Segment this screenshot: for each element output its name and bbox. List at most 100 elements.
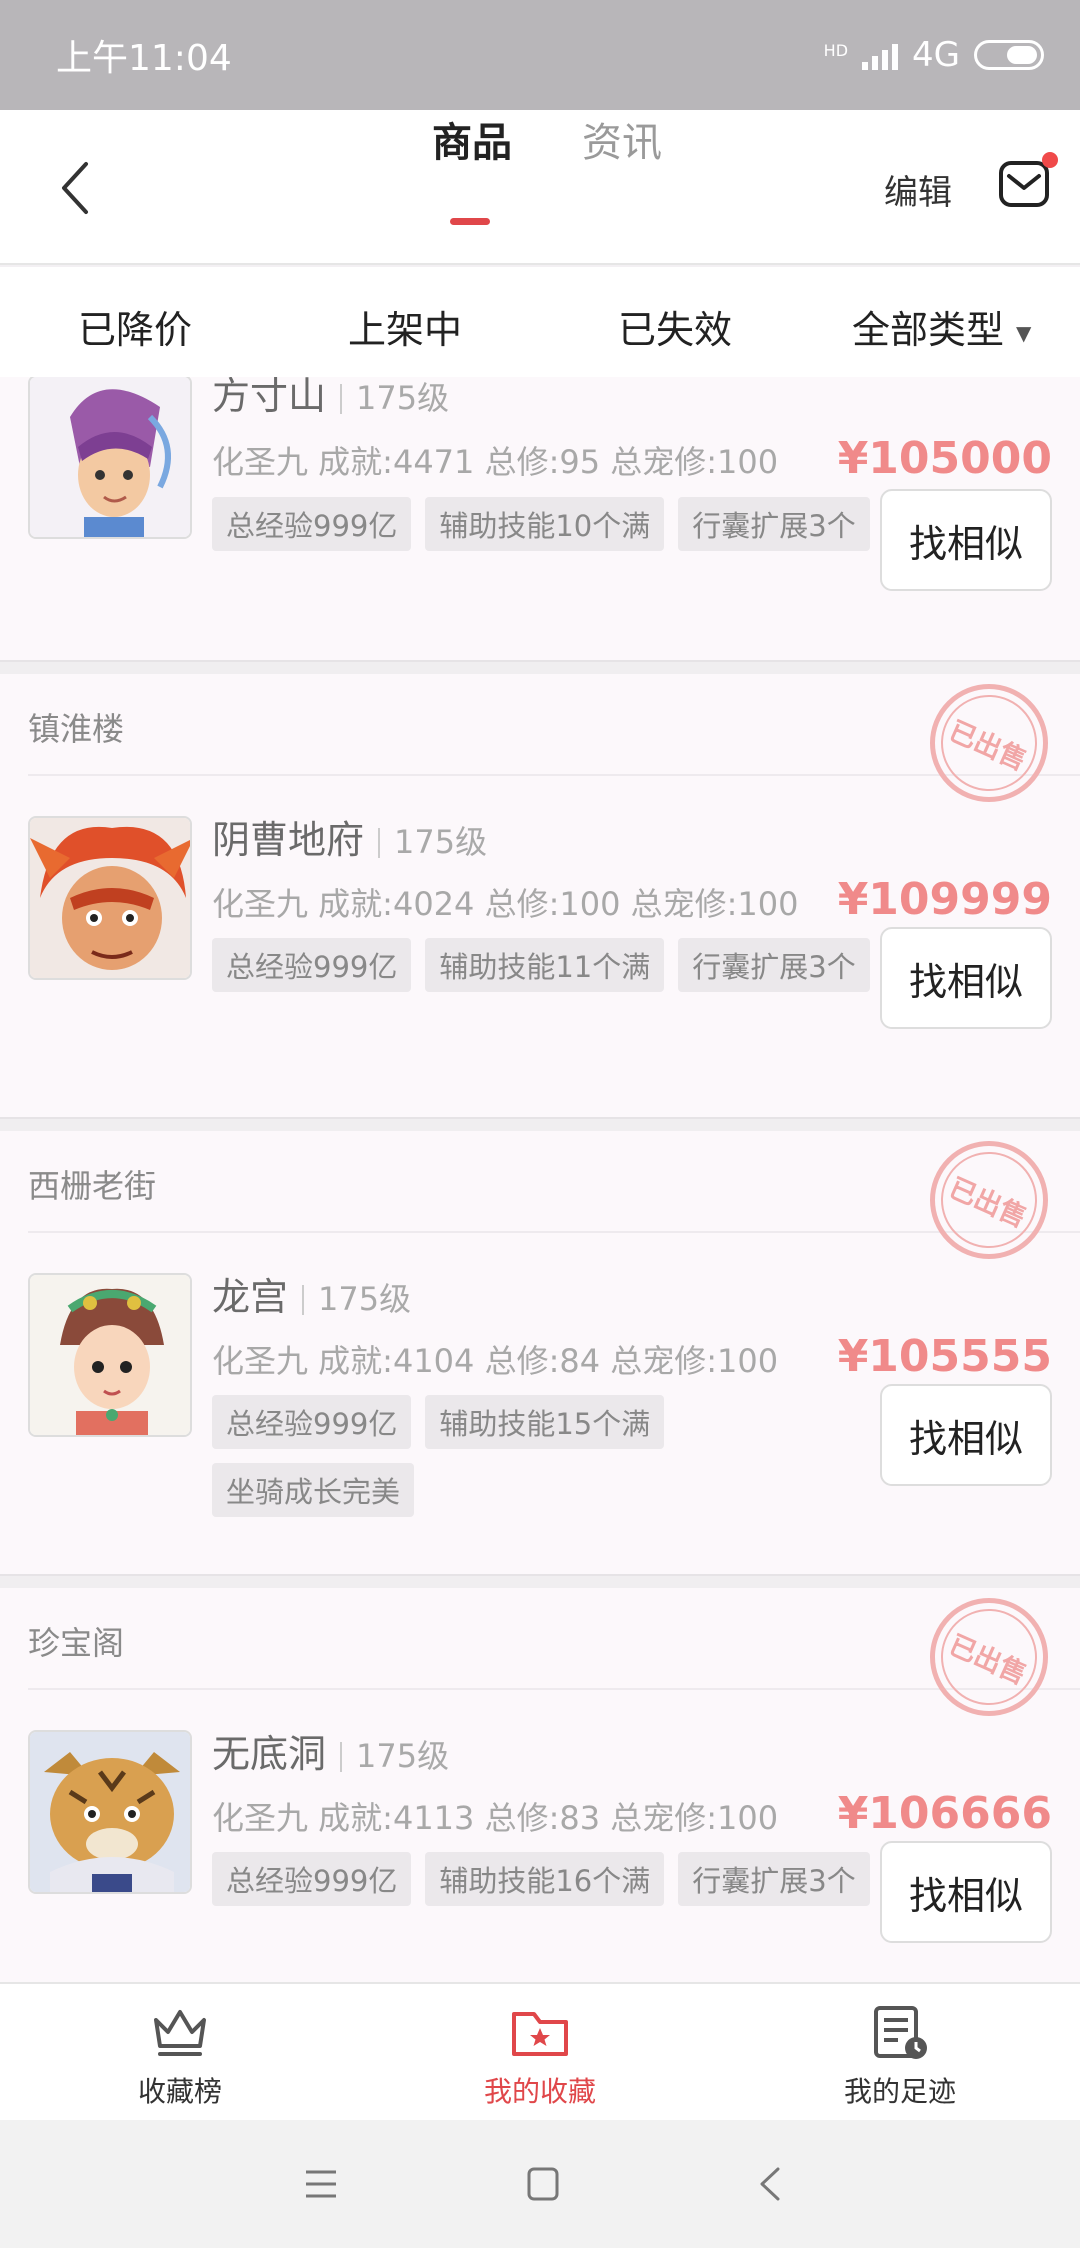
find-similar-button[interactable]: 找相似 [880,1841,1052,1943]
tag: 辅助技能10个满 [425,497,665,551]
network-type: 4G [912,35,960,75]
server-name: 龙宫 [212,1275,289,1319]
divider [28,774,1080,776]
server-name: 方寸山 [212,377,327,418]
tag: 总经验999亿 [212,938,412,992]
nav-item-my-history[interactable]: 我的足迹 [780,1984,1020,2122]
nav-item-ranking[interactable]: 收藏榜 [60,1984,300,2122]
filter-all-types-label: 全部类型 [852,308,1005,352]
character-avatar [28,1730,192,1894]
server-title: 方寸山 175级 [212,377,449,420]
listing-card[interactable]: 方寸山 175级 化圣九 成就:4471 总修:95 总宠修:100 ¥10500… [0,377,1080,660]
character-level: 175级 [356,379,450,417]
tag: 坐骑成长完美 [212,1463,415,1517]
mail-icon[interactable] [998,160,1050,208]
price: ¥105555 [837,1331,1052,1382]
divider [340,1741,343,1772]
character-avatar [28,816,192,980]
card-divider [0,1574,1080,1588]
sold-stamp-text: 已出售 [925,1136,1053,1264]
edit-button[interactable]: 编辑 [884,165,952,214]
character-avatar [28,1273,192,1437]
tab-news[interactable]: 资讯 [582,110,662,168]
server-title: 阴曹地府 175级 [212,809,487,864]
tag: 总经验999亿 [212,497,412,551]
filter-bar: 已降价 上架中 已失效 全部类型 ▼ [0,267,1080,377]
battery-icon [974,40,1044,70]
server-name: 无底洞 [212,1732,327,1776]
character-stats: 化圣九 成就:4024 总修:100 总宠修:100 [212,885,799,923]
card-divider [0,1117,1080,1131]
tag: 行囊扩展3个 [678,1852,870,1906]
divider [378,827,381,858]
character-level: 175级 [318,1280,412,1318]
menu-icon[interactable] [304,2168,338,2200]
caret-down-icon: ▼ [1016,320,1032,345]
nav-item-my-favorites[interactable]: 我的收藏 [420,1984,660,2122]
character-stats: 化圣九 成就:4113 总修:83 总宠修:100 [212,1799,779,1837]
card-divider [0,660,1080,674]
filter-all-types[interactable]: 全部类型 ▼ [852,299,1031,354]
crown-icon [154,2010,206,2056]
seller-name: 镇淮楼 [28,710,125,748]
sold-stamp-icon: 已出售 [925,1593,1053,1721]
tag: 辅助技能11个满 [425,938,665,992]
tag: 辅助技能15个满 [425,1395,665,1449]
price: ¥109999 [837,874,1052,925]
chevron-left-icon[interactable] [56,160,96,216]
status-indicators: HD 4G [824,35,1044,75]
seller-name: 珍宝阁 [28,1624,125,1662]
header: 商品 资讯 编辑 [0,110,1080,265]
divider [28,1231,1080,1233]
character-avatar [28,377,192,539]
sold-stamp-icon: 已出售 [925,679,1053,807]
star-folder-icon [512,2012,568,2056]
find-similar-button[interactable]: 找相似 [880,927,1052,1029]
favorites-list: 方寸山 175级 化圣九 成就:4471 总修:95 总宠修:100 ¥10500… [0,377,1080,1982]
filter-on-sale[interactable]: 上架中 [348,299,462,354]
seller-name: 西栅老街 [28,1167,157,1205]
tag-list: 总经验999亿 辅助技能15个满 坐骑成长完美 [212,1395,892,1517]
character-level: 175级 [394,823,488,861]
tag-list: 总经验999亿 辅助技能16个满 行囊扩展3个 [212,1852,892,1906]
tag-list: 总经验999亿 辅助技能11个满 行囊扩展3个 [212,938,892,992]
tag: 行囊扩展3个 [678,497,870,551]
filter-expired[interactable]: 已失效 [618,299,732,354]
nav-label: 我的收藏 [483,2075,596,2108]
find-similar-button[interactable]: 找相似 [880,1384,1052,1486]
listing-card[interactable]: 西栅老街 已出售 龙宫 175级 化圣九 成就:4104 总修:84 总宠修:10… [0,1131,1080,1574]
filter-price-reduced[interactable]: 已降价 [78,299,192,354]
status-bar: 上午11:04 HD 4G [0,0,1080,110]
tag: 辅助技能16个满 [425,1852,665,1906]
tag: 行囊扩展3个 [678,938,870,992]
listing-card[interactable]: 镇淮楼 已出售 阴曹地府 175级 化圣九 成就:4024 总修:100 总宠修:… [0,674,1080,1117]
active-tab-indicator [450,218,490,225]
server-title: 无底洞 175级 [212,1723,449,1778]
nav-label: 收藏榜 [137,2075,222,2108]
sold-stamp-icon: 已出售 [925,1136,1053,1264]
price: ¥106666 [837,1788,1052,1839]
server-title: 龙宫 175级 [212,1266,411,1321]
nav-label: 我的足迹 [843,2075,956,2108]
hd-indicator: HD [823,41,849,60]
character-stats: 化圣九 成就:4471 总修:95 总宠修:100 [212,443,779,481]
home-icon[interactable] [526,2166,560,2202]
status-time: 上午11:04 [56,38,232,79]
back-icon[interactable] [758,2166,782,2202]
divider [340,383,343,414]
divider [28,1688,1080,1690]
notification-dot [1042,152,1058,168]
bottom-nav: 收藏榜 我的收藏 我的足迹 [0,1982,1080,2120]
divider [302,1284,305,1315]
sold-stamp-text: 已出售 [925,1593,1053,1721]
find-similar-button[interactable]: 找相似 [880,489,1052,591]
history-icon [874,2006,927,2059]
tab-goods[interactable]: 商品 [432,110,512,168]
tag: 总经验999亿 [212,1852,412,1906]
tag: 总经验999亿 [212,1395,412,1449]
character-level: 175级 [356,1737,450,1775]
sold-stamp-text: 已出售 [925,679,1053,807]
price: ¥105000 [837,433,1052,484]
server-name: 阴曹地府 [212,818,365,862]
listing-card[interactable]: 珍宝阁 已出售 无底洞 175级 化圣九 成就:4113 总修:83 总宠修:10… [0,1588,1080,1982]
